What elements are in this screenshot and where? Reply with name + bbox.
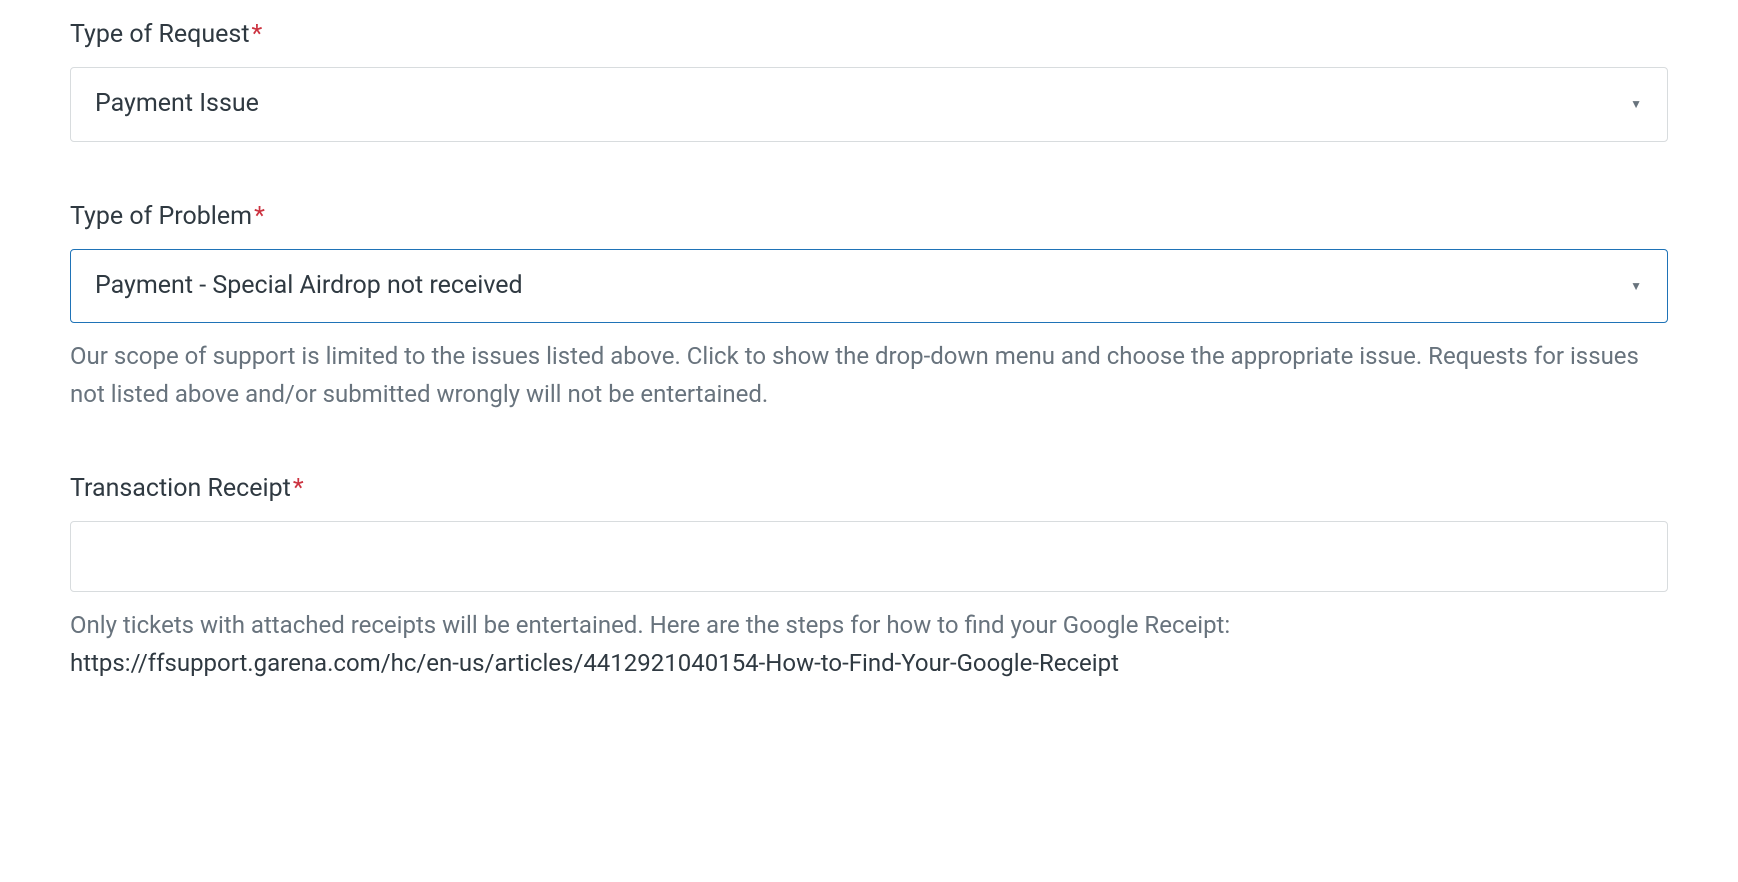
label-text: Type of Request: [70, 20, 250, 49]
select-value: Payment Issue: [95, 89, 259, 118]
type-of-problem-label: Type of Problem*: [70, 202, 1668, 231]
label-text: Type of Problem: [70, 202, 252, 231]
required-indicator: *: [252, 20, 263, 49]
label-text: Transaction Receipt: [70, 474, 291, 503]
type-of-request-group: Type of Request* Payment Issue ▼: [70, 20, 1668, 142]
transaction-receipt-label: Transaction Receipt*: [70, 474, 1668, 503]
transaction-receipt-link[interactable]: https://ffsupport.garena.com/hc/en-us/ar…: [70, 644, 1668, 682]
type-of-problem-select-wrapper: Payment - Special Airdrop not received ▼: [70, 249, 1668, 324]
transaction-receipt-group: Transaction Receipt* Only tickets with a…: [70, 474, 1668, 683]
type-of-problem-helper: Our scope of support is limited to the i…: [70, 337, 1668, 414]
type-of-problem-select[interactable]: Payment - Special Airdrop not received: [70, 249, 1668, 324]
required-indicator: *: [293, 474, 304, 503]
type-of-request-select[interactable]: Payment Issue: [70, 67, 1668, 142]
type-of-request-select-wrapper: Payment Issue ▼: [70, 67, 1668, 142]
transaction-receipt-input[interactable]: [70, 521, 1668, 592]
select-value: Payment - Special Airdrop not received: [95, 271, 523, 300]
transaction-receipt-helper: Only tickets with attached receipts will…: [70, 606, 1668, 644]
required-indicator: *: [254, 202, 265, 231]
type-of-problem-group: Type of Problem* Payment - Special Airdr…: [70, 202, 1668, 414]
type-of-request-label: Type of Request*: [70, 20, 1668, 49]
